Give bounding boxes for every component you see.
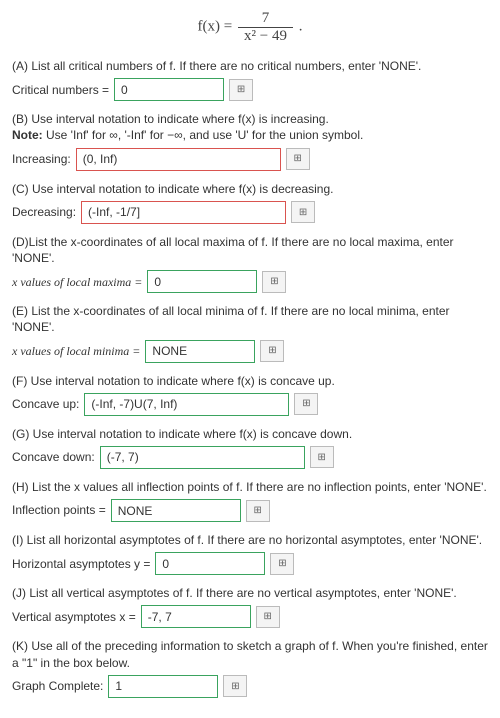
q-g-label: Concave down: bbox=[12, 449, 95, 465]
local-maxima-input[interactable] bbox=[147, 270, 257, 293]
concave-up-input[interactable] bbox=[84, 393, 289, 416]
q-k-prompt: (K) Use all of the preceding information… bbox=[12, 638, 488, 670]
inflection-input[interactable] bbox=[111, 499, 241, 522]
q-b-note: Note: Use 'Inf' for ∞, '-Inf' for −∞, an… bbox=[12, 127, 488, 143]
q-j-label: Vertical asymptotes x = bbox=[12, 609, 136, 625]
q-d-prompt: (D)List the x-coordinates of all local m… bbox=[12, 234, 488, 266]
q-b-prompt: (B) Use interval notation to indicate wh… bbox=[12, 111, 488, 127]
increasing-input[interactable] bbox=[76, 148, 281, 171]
concave-down-input[interactable] bbox=[100, 446, 305, 469]
critical-numbers-input[interactable] bbox=[114, 78, 224, 101]
keypad-icon[interactable]: ⊞ bbox=[270, 553, 294, 575]
q-c-prompt: (C) Use interval notation to indicate wh… bbox=[12, 181, 488, 197]
keypad-icon[interactable]: ⊞ bbox=[223, 675, 247, 697]
q-i-label: Horizontal asymptotes y = bbox=[12, 556, 150, 572]
graph-complete-input[interactable] bbox=[108, 675, 218, 698]
q-d-label: x values of local maxima = bbox=[12, 274, 142, 290]
keypad-icon[interactable]: ⊞ bbox=[262, 271, 286, 293]
q-b-label: Increasing: bbox=[12, 151, 71, 167]
horizontal-asymptote-input[interactable] bbox=[155, 552, 265, 575]
q-a-label: Critical numbers = bbox=[12, 82, 109, 98]
keypad-icon[interactable]: ⊞ bbox=[294, 393, 318, 415]
keypad-icon[interactable]: ⊞ bbox=[310, 446, 334, 468]
note-label: Note: bbox=[12, 128, 46, 142]
q-a-prompt: (A) List all critical numbers of f. If t… bbox=[12, 58, 488, 74]
keypad-icon[interactable]: ⊞ bbox=[229, 79, 253, 101]
keypad-icon[interactable]: ⊞ bbox=[291, 201, 315, 223]
keypad-icon[interactable]: ⊞ bbox=[286, 148, 310, 170]
formula-num: 7 bbox=[238, 10, 293, 27]
q-h-label: Inflection points = bbox=[12, 502, 106, 518]
q-e-label: x values of local minima = bbox=[12, 343, 140, 359]
q-i-prompt: (I) List all horizontal asymptotes of f.… bbox=[12, 532, 488, 548]
q-c-label: Decreasing: bbox=[12, 204, 76, 220]
vertical-asymptote-input[interactable] bbox=[141, 605, 251, 628]
q-f-label: Concave up: bbox=[12, 396, 79, 412]
keypad-icon[interactable]: ⊞ bbox=[260, 340, 284, 362]
local-minima-input[interactable] bbox=[145, 340, 255, 363]
q-e-prompt: (E) List the x-coordinates of all local … bbox=[12, 303, 488, 335]
q-j-prompt: (J) List all vertical asymptotes of f. I… bbox=[12, 585, 488, 601]
q-h-prompt: (H) List the x values all inflection poi… bbox=[12, 479, 488, 495]
formula-den: x² − 49 bbox=[238, 27, 293, 45]
q-f-prompt: (F) Use interval notation to indicate wh… bbox=[12, 373, 488, 389]
keypad-icon[interactable]: ⊞ bbox=[256, 606, 280, 628]
formula: f(x) = 7 x² − 49 . bbox=[12, 10, 488, 44]
formula-lhs: f(x) = bbox=[198, 18, 233, 34]
decreasing-input[interactable] bbox=[81, 201, 286, 224]
q-k-label: Graph Complete: bbox=[12, 678, 103, 694]
q-g-prompt: (G) Use interval notation to indicate wh… bbox=[12, 426, 488, 442]
formula-tail: . bbox=[299, 18, 303, 34]
keypad-icon[interactable]: ⊞ bbox=[246, 500, 270, 522]
